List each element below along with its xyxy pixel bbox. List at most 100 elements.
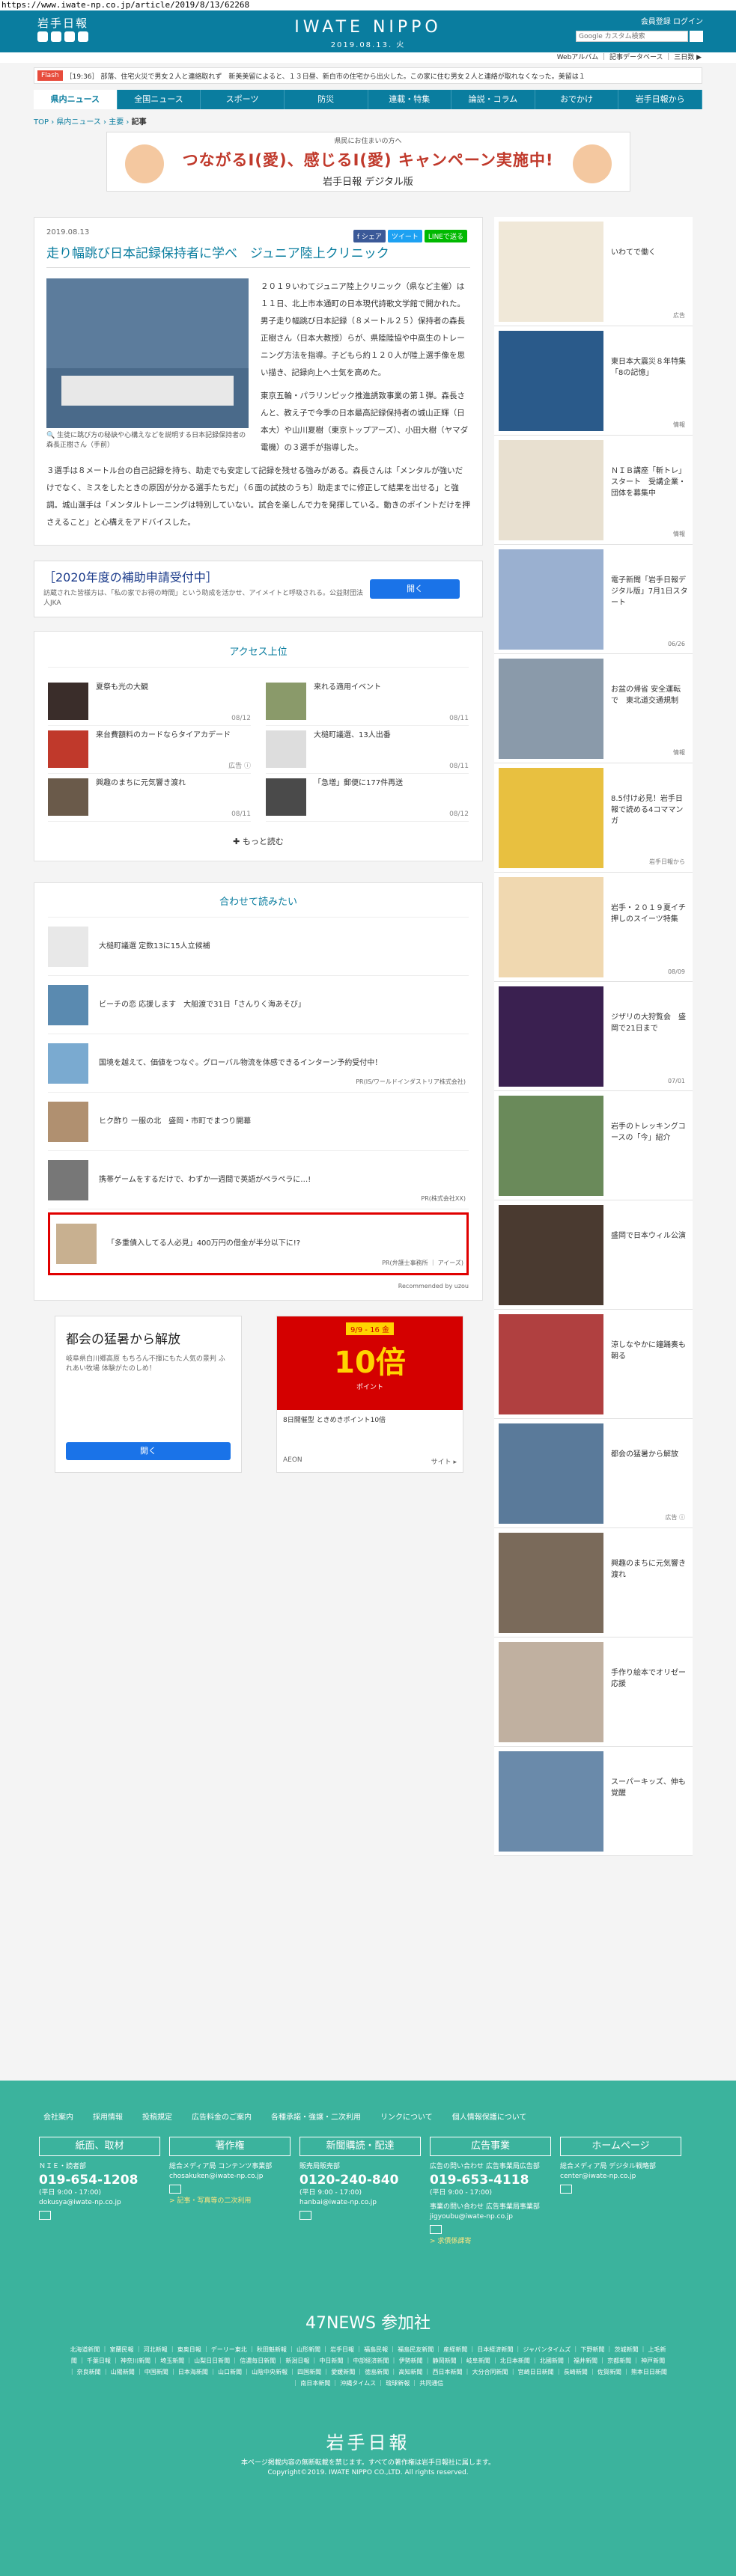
footer-link[interactable]: 投稿規定 [142, 2110, 172, 2122]
footer-link[interactable]: リンクについて [380, 2110, 433, 2122]
search-input[interactable] [576, 31, 688, 42]
photo-table [61, 376, 234, 406]
lead-paragraph-1: ２０１９いわてジュニア陸上クリニック（県など主催）は１１日、北上市本通町の日本現… [261, 282, 465, 377]
phone-number[interactable]: 0120-240-840 [299, 2172, 421, 2188]
n47-member-list[interactable]: 北海道新聞 ｜ 室蘭民報 ｜ 河北新報 ｜ 東奥日報 ｜ デーリー東北 ｜ 秋田… [69, 2344, 668, 2389]
login-links[interactable]: 会員登録 ログイン [576, 15, 703, 26]
phone-number[interactable]: 019-654-1208 [39, 2172, 160, 2188]
footer-link[interactable]: 会社案内 [43, 2110, 73, 2122]
thumb [48, 926, 88, 967]
tweet-button[interactable]: ツイート [387, 230, 422, 242]
footer-logo[interactable]: 岩手日報 [0, 2428, 736, 2454]
footer-link[interactable]: 採用情報 [93, 2110, 123, 2122]
footer-link[interactable]: 個人情報保護について [452, 2110, 527, 2122]
line-share-button[interactable]: LINEで送る [424, 230, 467, 242]
sidebar-item[interactable]: ジザリの大狩覧会 盛岡で21日まで 07/01 [494, 982, 693, 1091]
sidebar-item[interactable]: いわてで働く 広告 [494, 217, 693, 326]
main-column: 2019.08.13 f シェア ツイート LINEで送る 走り幅跳び日本記録保… [34, 217, 483, 1473]
col-email[interactable]: 事業の問い合わせ 広告事業局事業部 jigyoubu@iwate-np.co.j… [430, 2203, 551, 2222]
sidebar-item[interactable]: 電子新聞「岩手日報デジタル版」7月1日スタート 06/26 [494, 545, 693, 654]
col-dept: 広告の問い合わせ 広告事業局広告部 [430, 2163, 540, 2170]
col-email[interactable]: hanbai@iwate-np.co.jp [299, 2198, 421, 2208]
ad-open-button[interactable]: 開く [66, 1442, 231, 1460]
mail-icon[interactable] [430, 2225, 442, 2234]
sidebar-item[interactable]: 岩手・２０１９夏イチ押しのスイーツ特集 08/09 [494, 873, 693, 982]
thumb [499, 1205, 603, 1305]
item-text: 涼しなやかに鐘踊奏も朝る [611, 1341, 686, 1361]
photo-image[interactable] [46, 278, 249, 428]
sidebar-item[interactable]: 岩手のトレッキングコースの「今」紹介 [494, 1091, 693, 1200]
campaign-banner[interactable]: 県民にお住まいの方へ つながるI(愛)、感じるI(愛) キャンペーン実施中! 岩… [106, 132, 630, 192]
nav-sports[interactable]: スポーツ [201, 90, 285, 109]
phone-number[interactable]: 019-653-4118 [430, 2172, 551, 2188]
sidebar-item[interactable]: 盛岡で日本ウィル公演 [494, 1200, 693, 1310]
thumb [48, 1043, 88, 1084]
mail-icon[interactable] [299, 2211, 311, 2220]
ad-subsidy[interactable]: ［2020年度の補助申請受付中］ 訪蔵された皆様方は、「私の家でお得の時間」とい… [34, 561, 483, 617]
item-text: 岩手・２０１９夏イチ押しのスイーツ特集 [611, 904, 686, 924]
nav-outing[interactable]: おでかけ [535, 90, 619, 109]
nav-from-nippo[interactable]: 岩手日報から [618, 90, 702, 109]
contact-col: ホームページ 総合メディア局 デジタル戦略部 center@iwate-np.c… [560, 2137, 681, 2247]
reco-item[interactable]: ヒク酢り 一服の北 盛岡・市町でまつり開幕 [48, 1093, 469, 1151]
access-item[interactable]: 来れる適用イベント 08/11 [266, 678, 469, 726]
footer-link[interactable]: 広告料金のご案内 [192, 2110, 252, 2122]
col-dept: 総合メディア局 デジタル戦略部 [560, 2163, 657, 2170]
access-item[interactable]: 夏祭も光の大観 08/12 [48, 678, 251, 726]
ad-multiplier: 10倍 [334, 1346, 406, 1380]
sidebar-item[interactable]: 涼しなやかに鐘踊奏も朝る [494, 1310, 693, 1419]
sidebar-item[interactable]: 8.5付け必見！岩手日報で読める4コママンガ 岩手日報から [494, 763, 693, 873]
access-item[interactable]: 興趣のまちに元気響き渡れ 08/11 [48, 774, 251, 822]
item-text: 大槌町議選 定数13に15人立候補 [99, 941, 210, 950]
sidebar-item[interactable]: お盆の帰省 安全運転で 東北道交通規制 情報 [494, 654, 693, 763]
col-email[interactable]: dokusya@iwate-np.co.jp [39, 2198, 160, 2208]
crumb-section[interactable]: 県内ニュース [56, 118, 101, 126]
sidebar-item[interactable]: ＮＩＢ講座「斬トレ」スタート 受講企業・団体を募集中 情報 [494, 436, 693, 545]
news-ticker[interactable]: Flash ［19:36］ 部落、住宅火災で男女２人と連絡取れず 新美美留による… [34, 67, 702, 84]
col-email[interactable]: center@iwate-np.co.jp [560, 2172, 681, 2182]
mail-icon[interactable] [169, 2185, 181, 2194]
reco-item[interactable]: 大槌町議選 定数13に15人立候補 [48, 918, 469, 976]
col-link[interactable]: > 記事・写真等の二次利用 [169, 2197, 291, 2206]
nav-features[interactable]: 連載・特集 [368, 90, 452, 109]
ad-open-button[interactable]: 開く [370, 579, 460, 599]
address-bar[interactable]: https://www.iwate-np.co.jp/article/2019/… [0, 0, 736, 10]
aeon-site-link[interactable]: サイト ▸ [431, 1456, 457, 1466]
access-item[interactable]: 大槌町議選、13人出番 08/11 [266, 726, 469, 774]
nav-local-news[interactable]: 県内ニュース [34, 90, 118, 109]
item-text: 来台費額料のカードならタイアカデード [96, 731, 231, 739]
nav-national-news[interactable]: 全国ニュース [118, 90, 201, 109]
reco-item-highlighted[interactable]: 「多重債入してる人必見」400万円の借金が半分以下に!? PR(弁護士事務所 ｜ … [48, 1212, 469, 1275]
sidebar-item[interactable]: 興趣のまちに元気響き渡れ [494, 1528, 693, 1638]
nav-columns[interactable]: 論説・コラム [451, 90, 535, 109]
col-link[interactable]: > 求債係課寄 [430, 2237, 551, 2247]
sidebar-item[interactable]: スーパーキッズ、伸も覚醒 [494, 1747, 693, 1856]
ticker-text[interactable]: ［19:36］ 部落、住宅火災で男女２人と連絡取れず 新美美留によると、１３日昼… [66, 71, 586, 81]
footer-contacts: 紙面、取材 ＮＩＥ・読者部 019-654-1208 (平日 9:00 - 17… [0, 2122, 736, 2247]
item-text: 盛岡で日本ウィル公演 [611, 1232, 686, 1240]
search-button[interactable] [690, 31, 703, 42]
sidebar-item[interactable]: 手作り絵本でオリゼー応援 [494, 1638, 693, 1747]
access-item[interactable]: 「急増」郵便に177件再送 08/12 [266, 774, 469, 822]
access-item[interactable]: 来台費額料のカードならタイアカデード 広告 ⓘ [48, 726, 251, 774]
facebook-share-button[interactable]: f シェア [353, 230, 386, 242]
ad-resort[interactable]: 都会の猛暑から解放 岐阜県白川郷高原 もちろん不揮にもた人気の景判 ふれあい牧場… [55, 1316, 242, 1473]
reco-item[interactable]: 携帯ゲームをするだけで、わずか一週間で英語がペラペラに…! PR(株式会社XX) [48, 1151, 469, 1209]
nav-disaster[interactable]: 防災 [285, 90, 368, 109]
reco-title: 合わせて読みたい [48, 894, 469, 918]
sub-links[interactable]: Webアルバム ｜ 記事データベース ｜ 三日数 ▶ [0, 52, 736, 63]
mail-icon[interactable] [560, 2185, 572, 2194]
sidebar-item[interactable]: 都会の猛暑から解放 広告 ⓘ [494, 1419, 693, 1528]
mail-icon[interactable] [39, 2211, 51, 2220]
item-text: お盆の帰省 安全運転で 東北道交通規制 [611, 686, 681, 705]
ad-aeon[interactable]: 9/9 - 16 金 10倍 ポイント 8日開催型 ときめきポイント10倍 AE… [276, 1316, 463, 1473]
crumb-sub[interactable]: 主要 [109, 118, 124, 126]
item-text: 国境を越えて、価値をつなぐ。グローバル物流を体感できるインターン予約受付中！ [99, 1058, 383, 1067]
reco-item[interactable]: ビーチの恋 応援します 大船渡で31日「さんりく海あそび」 [48, 976, 469, 1034]
footer-link[interactable]: 各種承諾・強譲・二次利用 [271, 2110, 361, 2122]
sidebar-item[interactable]: 東日本大震災８年特集「8の記憶」 情報 [494, 326, 693, 436]
crumb-top[interactable]: TOP [34, 118, 49, 126]
col-email[interactable]: chosakuken@iwate-np.co.jp [169, 2172, 291, 2182]
read-more-button[interactable]: ✚ もっと読む [48, 835, 469, 847]
reco-item[interactable]: 国境を越えて、価値をつなぐ。グローバル物流を体感できるインターン予約受付中！ PR… [48, 1034, 469, 1093]
